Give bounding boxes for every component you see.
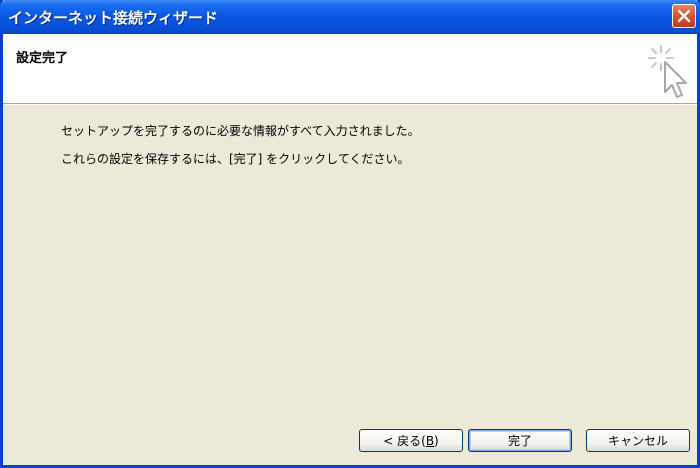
back-label-suffix: ) <box>434 433 439 448</box>
title-bar[interactable]: インターネット接続ウィザード <box>0 0 700 34</box>
window-title: インターネット接続ウィザード <box>8 9 219 27</box>
wizard-cursor-sparkle-icon <box>648 45 687 98</box>
back-button[interactable]: < 戻る(B) <box>359 429 463 452</box>
back-label-prefix: < 戻る( <box>383 434 426 448</box>
close-icon <box>677 9 691 23</box>
save-instruction: これらの設定を保存するには、[完了] をクリックしてください。 <box>61 152 410 166</box>
wizard-window: インターネット接続ウィザード 設定完了 セットアップを完了するのに必要な情報がす… <box>0 0 700 468</box>
page-title: 設定完了 <box>16 51 69 66</box>
completion-message: セットアップを完了するのに必要な情報がすべて入力されました。 <box>61 124 420 138</box>
finish-button[interactable]: 完了 <box>468 429 572 452</box>
back-accelerator-key: B <box>425 433 435 448</box>
close-button[interactable] <box>672 4 696 28</box>
cancel-button[interactable]: キャンセル <box>586 429 690 452</box>
wizard-header: 設定完了 <box>3 34 697 105</box>
